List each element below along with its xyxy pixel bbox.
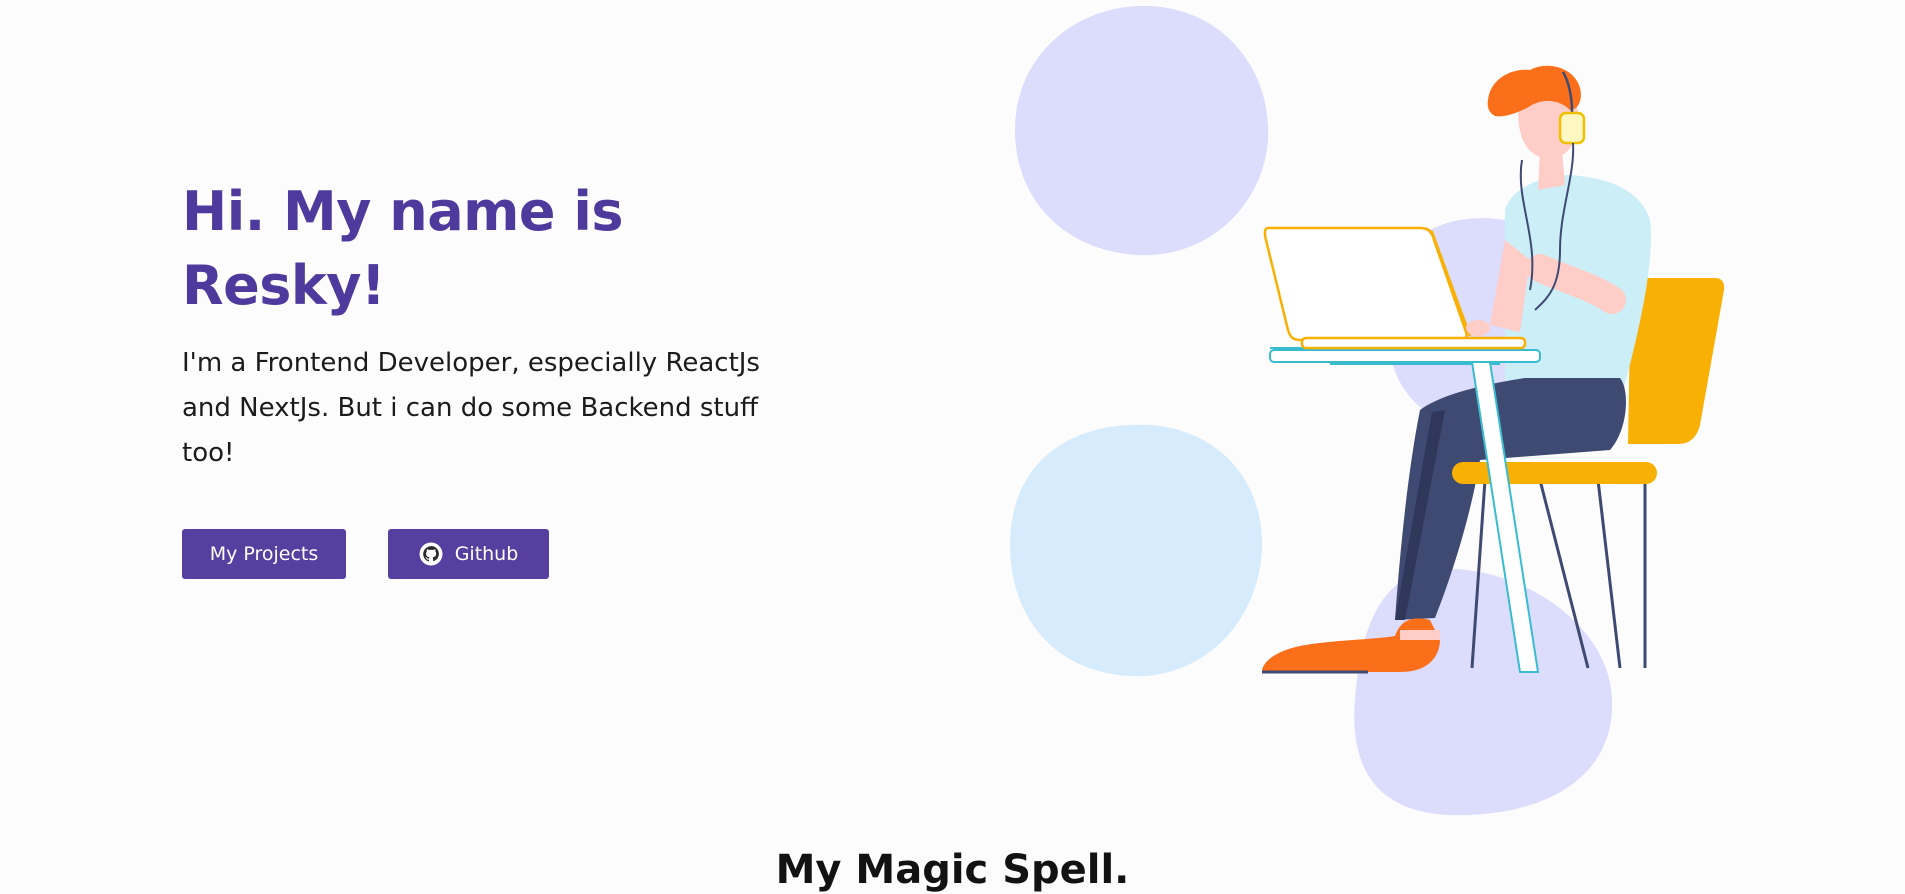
hero-title-line2: Resky! [182,254,386,317]
github-label: Github [454,543,519,565]
hero-title: Hi. My name is Resky! [182,175,802,323]
chair-seat [1452,462,1657,484]
blob-top [1015,5,1269,256]
section-title: My Magic Spell. [775,847,1130,893]
desk-top [1269,349,1541,363]
hero-description: I'm a Frontend Developer, especially Rea… [182,348,760,468]
my-projects-label: My Projects [209,543,319,565]
laptop-base [1300,336,1527,350]
developer-at-laptop-illustration [1010,5,1725,816]
github-icon [419,542,443,566]
headphone-cup [1558,111,1586,145]
hero-title-line1: Hi. My name is [182,180,623,243]
shoe-left [1262,618,1440,672]
github-button[interactable]: Github [388,529,549,579]
blob-middle-left [1010,424,1263,677]
portfolio-page: Hi. My name is Resky! I'm a Frontend Dev… [0,0,1905,894]
hero-section: Hi. My name is Resky! I'm a Frontend Dev… [182,175,802,476]
hero-buttons: My Projects Github [182,529,549,579]
my-projects-button[interactable]: My Projects [182,529,346,579]
